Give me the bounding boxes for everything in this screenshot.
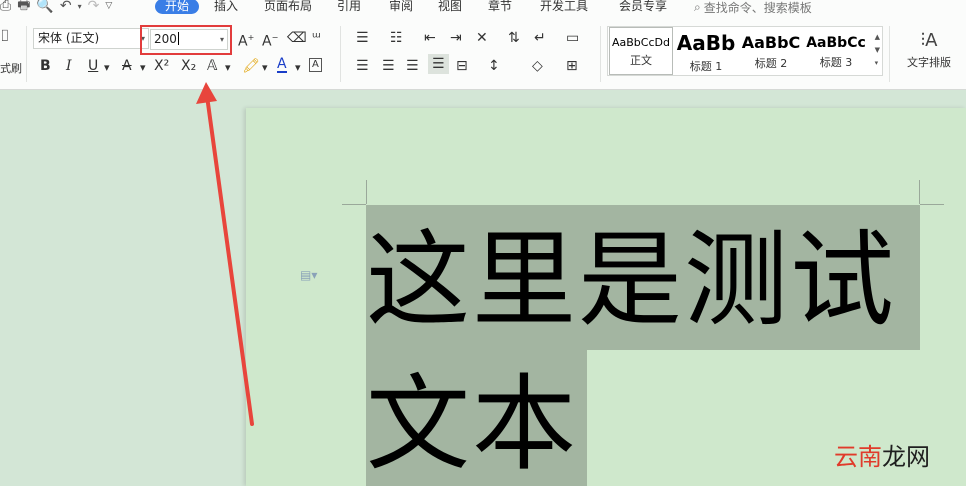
tab-home[interactable]: 开始 [155, 0, 200, 14]
format-painter-label[interactable]: 式刷 [0, 60, 22, 76]
crop-mark [920, 204, 944, 205]
format-painter-icon[interactable]: ⌷ [0, 28, 10, 44]
tab-developer[interactable]: 开发工具 [540, 0, 588, 13]
style-heading-2[interactable]: AaBbC 标题 2 [739, 27, 803, 75]
undo-icon[interactable]: ↶ [60, 0, 72, 14]
shading-icon[interactable]: ◇ [532, 58, 543, 74]
tab-references[interactable]: 引用 [337, 0, 361, 13]
paragraph-marker-icon[interactable]: ▤▾ [300, 268, 317, 282]
shrink-font-icon[interactable]: A− [262, 30, 278, 50]
strikethrough-icon[interactable]: A [122, 58, 132, 74]
sort-icon[interactable]: ⇅ [508, 30, 520, 46]
print-preview-icon[interactable]: ⎙ [0, 0, 11, 14]
character-border-icon[interactable]: A [309, 58, 322, 72]
styles-gallery: AaBbCcDd 正文 AaBb 标题 1 AaBbC 标题 2 AaBbCc … [607, 26, 883, 76]
clear-format-icon[interactable]: ⌫ [287, 30, 307, 46]
undo-dropdown-icon[interactable]: ▾ [78, 2, 82, 11]
style-normal[interactable]: AaBbCcDd 正文 [609, 27, 673, 75]
crop-mark [919, 180, 920, 204]
divider [600, 26, 601, 82]
chevron-down-icon[interactable]: ▾ [104, 60, 110, 76]
crop-mark [366, 180, 367, 204]
command-search[interactable]: ⌕ 查找命令、搜索模板 [694, 0, 812, 16]
tab-view[interactable]: 视图 [438, 0, 462, 13]
ruler-icon[interactable]: ▭ [566, 30, 579, 46]
increase-indent-icon[interactable]: ⇥ [450, 30, 462, 46]
preview-icon[interactable]: 🔍 [36, 0, 53, 14]
customize-toolbar-icon[interactable]: ▽ [105, 1, 112, 11]
search-placeholder: 查找命令、搜索模板 [703, 1, 812, 15]
highlight-box [140, 25, 232, 55]
chevron-down-icon[interactable]: ▾ [295, 60, 301, 76]
divider [340, 26, 341, 82]
text-line-1: 这里是测试 [366, 219, 897, 341]
style-heading-1[interactable]: AaBb 标题 1 [674, 27, 738, 75]
align-center-icon[interactable]: ☰ [382, 58, 395, 74]
chinese-layout-icon[interactable]: ✕ [476, 30, 488, 46]
tab-member[interactable]: 会员专享 [619, 0, 667, 13]
tab-page-layout[interactable]: 页面布局 [264, 0, 312, 13]
phonetic-guide-icon[interactable]: ᵚ [312, 30, 321, 46]
gallery-scroll[interactable]: ▲ ▼ ▾ [875, 31, 880, 70]
chevron-down-icon[interactable]: ▾ [262, 60, 268, 76]
justify-icon[interactable]: ☰ [428, 54, 449, 74]
font-name-value: 宋体 (正文) [38, 31, 100, 45]
text-effect-icon[interactable]: 𝔸 [207, 58, 217, 74]
distributed-align-icon[interactable]: ⊟ [456, 58, 468, 74]
borders-icon[interactable]: ⊞ [566, 58, 578, 74]
bullet-list-icon[interactable]: ☰ [356, 30, 369, 46]
crop-mark [342, 204, 366, 205]
italic-button[interactable]: I [66, 58, 72, 74]
show-marks-icon[interactable]: ↵ [534, 30, 546, 46]
watermark: 云南龙网 [834, 437, 930, 472]
decrease-indent-icon[interactable]: ⇤ [424, 30, 436, 46]
redo-icon[interactable]: ↷ [88, 0, 100, 14]
text-layout-button[interactable]: ⫶A 文字排版 [896, 30, 962, 70]
font-name-select[interactable]: 宋体 (正文) ▾ [33, 28, 149, 49]
divider [26, 26, 27, 82]
superscript-button[interactable]: X² [154, 58, 169, 74]
underline-button[interactable]: U [88, 58, 98, 74]
bold-button[interactable]: B [40, 58, 51, 74]
tab-chapter[interactable]: 章节 [488, 0, 512, 13]
numbered-list-icon[interactable]: ☷ [390, 30, 403, 46]
watermark-part-2: 龙网 [882, 443, 930, 471]
font-color-icon[interactable]: A [277, 57, 287, 73]
print-icon[interactable]: 🖶 [17, 0, 30, 18]
chevron-down-icon[interactable]: ▾ [140, 60, 146, 76]
text-layout-icon: ⫶A [920, 30, 938, 51]
highlight-color-icon[interactable]: 🖍 [242, 58, 260, 74]
grow-font-icon[interactable]: A+ [238, 30, 254, 50]
quick-access-toolbar: ⎙ 🖶 🔍 ↶ ▾ ↷ ▽ [0, 0, 118, 14]
search-icon: ⌕ [694, 0, 701, 14]
watermark-part-1: 云南 [834, 443, 882, 471]
line-spacing-icon[interactable]: ↕ [488, 58, 500, 74]
subscript-button[interactable]: X₂ [181, 58, 196, 74]
ribbon: ⎙ 🖶 🔍 ↶ ▾ ↷ ▽ 开始 插入 页面布局 引用 审阅 视图 章节 开发工… [0, 0, 966, 90]
style-heading-3[interactable]: AaBbCc 标题 3 [804, 27, 868, 75]
tab-insert[interactable]: 插入 [214, 0, 238, 13]
tab-review[interactable]: 审阅 [389, 0, 413, 13]
chevron-down-icon[interactable]: ▾ [225, 60, 231, 76]
divider [889, 26, 890, 82]
align-right-icon[interactable]: ☰ [406, 58, 419, 74]
align-left-icon[interactable]: ☰ [356, 58, 369, 74]
